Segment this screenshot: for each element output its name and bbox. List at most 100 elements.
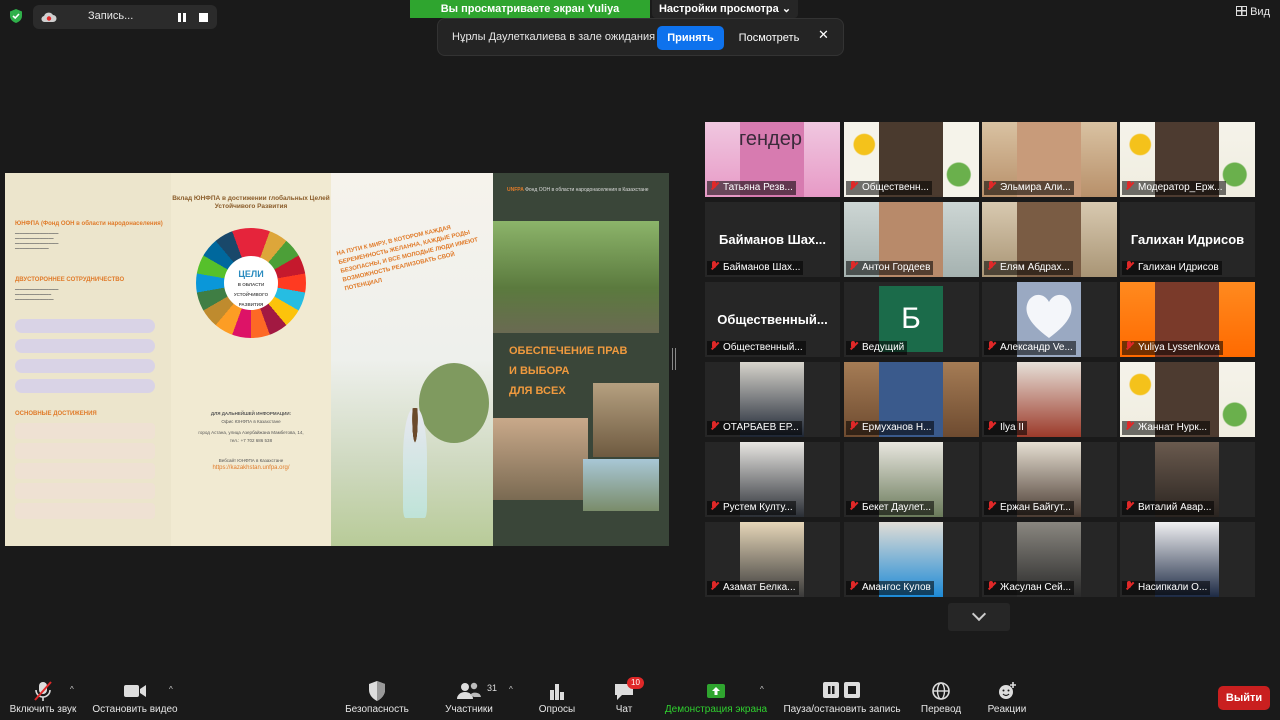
shared-screen: ЮНФПА (Фонд ООН в области народонаселени… xyxy=(5,173,669,546)
admit-button[interactable]: Принять xyxy=(657,26,724,50)
participant-name: Галихан Идрисов xyxy=(1122,261,1222,275)
participant-name: Азамат Белка... xyxy=(707,581,799,595)
participant-tile[interactable]: Эльмира Али... xyxy=(982,122,1117,197)
unfpa-logo: UNFPA Фонд ООН в области народонаселения… xyxy=(507,187,649,193)
mic-muted-icon xyxy=(1125,181,1134,191)
leave-meeting-button[interactable]: Выйти xyxy=(1218,686,1270,710)
participant-tile[interactable]: Б Ведущий xyxy=(844,282,979,357)
participant-tile[interactable]: Антон Гордеев xyxy=(844,202,979,277)
participant-tile[interactable]: Галихан Идрисов Галихан Идрисов xyxy=(1120,202,1255,277)
panel1-heading: ЮНФПА (Фонд ООН в области народонаселени… xyxy=(15,221,163,227)
mic-muted-icon xyxy=(710,501,719,511)
pause-recording-button[interactable] xyxy=(178,13,186,22)
participant-name: Ержан Байгут... xyxy=(984,501,1074,515)
share-options-caret[interactable]: ^ xyxy=(760,685,764,694)
participant-tile[interactable]: Азамат Белка... xyxy=(705,522,840,597)
panel2-office: Офис ЮНФПА в Казахстане xyxy=(221,419,281,424)
recording-indicator[interactable]: Запись... xyxy=(33,5,217,29)
participant-tile[interactable]: ОТАРБАЕВ ЕР... xyxy=(705,362,840,437)
participant-name-text: Рустем Култу... xyxy=(723,502,793,513)
participant-name-text: Амангос Кулов xyxy=(862,582,931,593)
mic-muted-icon xyxy=(987,341,996,351)
participant-tile[interactable]: Байманов Шах... Байманов Шах... xyxy=(705,202,840,277)
participant-tile[interactable]: гендер Татьяна Резв... xyxy=(705,122,840,197)
gallery-next-page-button[interactable] xyxy=(948,603,1010,631)
sdg-center-sub: В ОБЛАСТИ УСТОЙЧИВОГО РАЗВИТИЯ xyxy=(233,282,269,307)
participant-tile[interactable]: Бекет Даулет... xyxy=(844,442,979,517)
participant-name-text: Эльмира Али... xyxy=(1000,182,1071,193)
panel1-achievement xyxy=(15,423,155,439)
mic-muted-icon xyxy=(1125,581,1134,591)
participant-tile[interactable]: Амангос Кулов xyxy=(844,522,979,597)
participant-name-text: Общественный... xyxy=(723,342,803,353)
panel1-cooperation-heading: ДВУСТОРОННЕЕ СОТРУДНИЧЕСТВО xyxy=(15,277,125,283)
mic-muted-icon xyxy=(987,501,996,511)
participant-tile[interactable]: Елям Абдрах... xyxy=(982,202,1117,277)
participant-tile[interactable]: Насипкали О... xyxy=(1120,522,1255,597)
brochure-panel-3: НА ПУТИ К МИРУ, В КОТОРОМ КАЖДАЯ БЕРЕМЕН… xyxy=(331,173,493,546)
family-photo xyxy=(493,221,659,333)
reactions-button[interactable]: Реакции xyxy=(947,680,1067,715)
share-screen-button[interactable]: Демонстрация экрана xyxy=(656,680,776,715)
video-options-caret[interactable]: ^ xyxy=(169,685,173,694)
shield-icon[interactable] xyxy=(9,9,23,23)
panel1-item xyxy=(15,359,155,373)
panel1-item xyxy=(15,379,155,393)
view-options-label: Настройки просмотра xyxy=(658,3,779,15)
participant-name: Виталий Авар... xyxy=(1122,501,1215,515)
mic-muted-icon xyxy=(849,181,858,191)
stop-video-button[interactable]: Остановить видео xyxy=(75,680,195,715)
close-icon[interactable]: ✕ xyxy=(818,27,829,43)
participant-name-text: Елям Абдрах... xyxy=(1000,262,1070,273)
see-waiting-room-button[interactable]: Посмотреть xyxy=(736,26,802,50)
heart-icon xyxy=(1026,294,1072,338)
split-view-drag-handle[interactable] xyxy=(672,348,676,370)
stop-recording-button[interactable] xyxy=(199,13,208,22)
participant-name: Общественный... xyxy=(707,341,806,355)
audio-options-caret[interactable]: ^ xyxy=(70,685,74,694)
panel1-achievement xyxy=(15,443,155,459)
participant-tile[interactable]: Общественн... xyxy=(844,122,979,197)
participant-name: Татьяна Резв... xyxy=(707,181,796,195)
participant-name: Ермуханов Н... xyxy=(846,421,935,435)
participant-tile[interactable]: Рустем Култу... xyxy=(705,442,840,517)
participant-tile[interactable]: Ермуханов Н... xyxy=(844,362,979,437)
participant-name-text: Азамат Белка... xyxy=(723,582,796,593)
participant-name-text: Общественн... xyxy=(862,182,929,193)
panel1-achievements-heading: ОСНОВНЫЕ ДОСТИЖЕНИЯ xyxy=(15,411,97,417)
mic-muted-icon xyxy=(987,181,996,191)
participant-name-text: Татьяна Резв... xyxy=(723,182,793,193)
view-button[interactable]: Вид xyxy=(1236,6,1270,18)
grid-view-icon xyxy=(1236,6,1248,16)
participant-name: Модератор_Ерж... xyxy=(1122,181,1226,195)
panel4-photo xyxy=(583,459,659,511)
mic-muted-icon xyxy=(987,421,996,431)
panel1-item xyxy=(15,319,155,333)
mic-muted-icon xyxy=(34,681,52,701)
participant-name: Общественн... xyxy=(846,181,932,195)
mic-muted-icon xyxy=(1125,261,1134,271)
participant-tile[interactable]: Ilya II xyxy=(982,362,1117,437)
participant-tile[interactable]: Yuliya Lyssenkova xyxy=(1120,282,1255,357)
participant-tile[interactable]: Жаннат Нурк... xyxy=(1120,362,1255,437)
participant-tile[interactable]: Ержан Байгут... xyxy=(982,442,1117,517)
participant-tile[interactable]: Александр Ve... xyxy=(982,282,1117,357)
mic-muted-icon xyxy=(987,581,996,591)
participant-name: Ilya II xyxy=(984,421,1027,435)
panel2-title: Вклад ЮНФПА в достижении глобальных Целе… xyxy=(172,195,330,210)
participant-tile[interactable]: Общественный... Общественный... xyxy=(705,282,840,357)
mic-muted-icon xyxy=(1125,341,1134,351)
participant-tile[interactable]: Жасулан Сей... xyxy=(982,522,1117,597)
chevron-down-icon: ⌄ xyxy=(781,3,792,15)
panel2-website-link[interactable]: https://kazakhstan.unfpa.org/ xyxy=(171,465,331,471)
video-camera-icon xyxy=(124,685,146,697)
participant-name-text: Байманов Шах... xyxy=(723,262,801,273)
participant-tile[interactable]: Виталий Авар... xyxy=(1120,442,1255,517)
participant-tile[interactable]: Модератор_Ерж... xyxy=(1120,122,1255,197)
recording-label: Запись... xyxy=(88,10,134,22)
reactions-label: Реакции xyxy=(987,704,1027,715)
waiting-room-message: Нұрлы Даулеткалиева в зале ожидания xyxy=(452,31,656,43)
view-options-button[interactable]: Настройки просмотра ⌄ xyxy=(652,0,798,18)
tree-image xyxy=(419,363,489,443)
unfpa-logo-sub: Фонд ООН в области народонаселения в Каз… xyxy=(525,187,649,193)
